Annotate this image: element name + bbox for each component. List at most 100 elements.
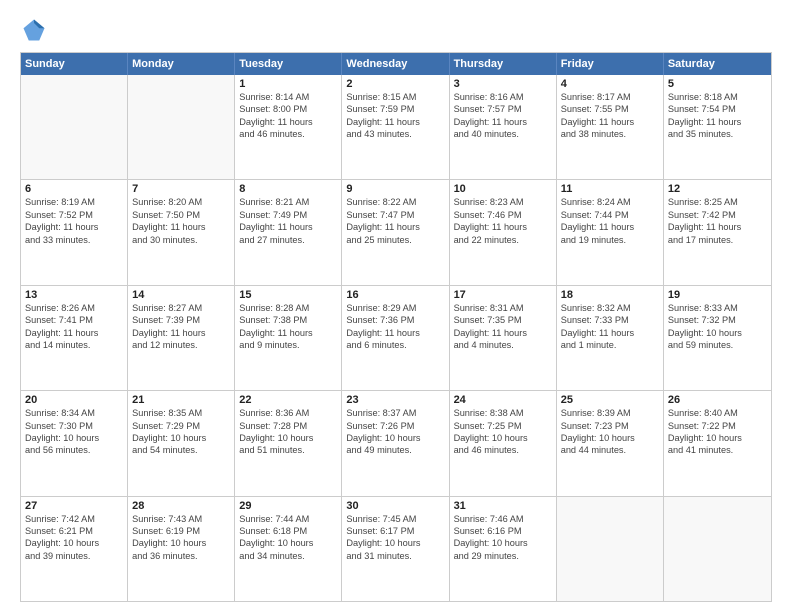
cell-line: Daylight: 10 hours [132,537,230,549]
header-day-friday: Friday [557,53,664,75]
cell-line: and 38 minutes. [561,128,659,140]
cell-line: Sunrise: 8:24 AM [561,196,659,208]
empty-cell-0-0 [21,75,128,179]
day-number: 22 [239,394,337,406]
cell-line: Sunset: 7:23 PM [561,420,659,432]
day-cell-2: 2Sunrise: 8:15 AMSunset: 7:59 PMDaylight… [342,75,449,179]
cell-line: Sunrise: 8:16 AM [454,91,552,103]
cell-line: Sunrise: 8:28 AM [239,302,337,314]
cell-line: Sunset: 6:16 PM [454,525,552,537]
cell-line: Sunrise: 8:29 AM [346,302,444,314]
cell-line: and 43 minutes. [346,128,444,140]
cell-line: Sunrise: 8:34 AM [25,407,123,419]
day-cell-27: 27Sunrise: 7:42 AMSunset: 6:21 PMDayligh… [21,497,128,601]
cell-line: and 49 minutes. [346,444,444,456]
header-day-monday: Monday [128,53,235,75]
day-cell-28: 28Sunrise: 7:43 AMSunset: 6:19 PMDayligh… [128,497,235,601]
day-cell-15: 15Sunrise: 8:28 AMSunset: 7:38 PMDayligh… [235,286,342,390]
cell-line: Sunrise: 7:46 AM [454,513,552,525]
header-day-thursday: Thursday [450,53,557,75]
cell-line: Sunrise: 8:33 AM [668,302,767,314]
cell-line: Daylight: 11 hours [346,327,444,339]
cell-line: Daylight: 11 hours [239,327,337,339]
week-row-1: 6Sunrise: 8:19 AMSunset: 7:52 PMDaylight… [21,179,771,284]
cell-line: Sunset: 7:49 PM [239,209,337,221]
cell-line: Sunrise: 7:43 AM [132,513,230,525]
cell-line: and 27 minutes. [239,234,337,246]
cell-line: and 54 minutes. [132,444,230,456]
cell-line: Daylight: 10 hours [239,432,337,444]
cell-line: Sunset: 7:59 PM [346,103,444,115]
cell-line: Daylight: 10 hours [668,327,767,339]
day-number: 7 [132,183,230,195]
day-number: 1 [239,78,337,90]
cell-line: and 59 minutes. [668,339,767,351]
cell-line: Daylight: 10 hours [454,432,552,444]
cell-line: Sunset: 7:32 PM [668,314,767,326]
cell-line: Sunset: 7:35 PM [454,314,552,326]
day-number: 16 [346,289,444,301]
day-cell-19: 19Sunrise: 8:33 AMSunset: 7:32 PMDayligh… [664,286,771,390]
cell-line: Sunset: 7:52 PM [25,209,123,221]
cell-line: Sunrise: 8:25 AM [668,196,767,208]
day-cell-21: 21Sunrise: 8:35 AMSunset: 7:29 PMDayligh… [128,391,235,495]
cell-line: Daylight: 11 hours [25,327,123,339]
calendar: SundayMondayTuesdayWednesdayThursdayFrid… [20,52,772,602]
day-number: 29 [239,500,337,512]
cell-line: Daylight: 10 hours [454,537,552,549]
cell-line: Daylight: 11 hours [346,221,444,233]
header-day-tuesday: Tuesday [235,53,342,75]
cell-line: Sunset: 6:19 PM [132,525,230,537]
day-number: 24 [454,394,552,406]
day-number: 13 [25,289,123,301]
cell-line: Sunset: 7:26 PM [346,420,444,432]
cell-line: Sunset: 7:44 PM [561,209,659,221]
cell-line: Sunrise: 8:31 AM [454,302,552,314]
cell-line: Daylight: 10 hours [346,432,444,444]
cell-line: Daylight: 11 hours [239,221,337,233]
logo [20,16,52,44]
cell-line: Sunset: 7:38 PM [239,314,337,326]
cell-line: Sunrise: 8:14 AM [239,91,337,103]
calendar-header: SundayMondayTuesdayWednesdayThursdayFrid… [21,53,771,75]
cell-line: Daylight: 10 hours [25,537,123,549]
cell-line: Sunset: 7:39 PM [132,314,230,326]
cell-line: Sunrise: 8:37 AM [346,407,444,419]
day-number: 17 [454,289,552,301]
day-cell-11: 11Sunrise: 8:24 AMSunset: 7:44 PMDayligh… [557,180,664,284]
cell-line: and 35 minutes. [668,128,767,140]
header-day-saturday: Saturday [664,53,771,75]
day-cell-9: 9Sunrise: 8:22 AMSunset: 7:47 PMDaylight… [342,180,449,284]
cell-line: Sunset: 7:25 PM [454,420,552,432]
cell-line: Daylight: 10 hours [25,432,123,444]
cell-line: Sunset: 7:42 PM [668,209,767,221]
day-number: 10 [454,183,552,195]
cell-line: and 51 minutes. [239,444,337,456]
cell-line: and 19 minutes. [561,234,659,246]
day-number: 14 [132,289,230,301]
cell-line: Sunset: 6:18 PM [239,525,337,537]
cell-line: Sunset: 7:30 PM [25,420,123,432]
day-number: 31 [454,500,552,512]
day-cell-16: 16Sunrise: 8:29 AMSunset: 7:36 PMDayligh… [342,286,449,390]
page: SundayMondayTuesdayWednesdayThursdayFrid… [0,0,792,612]
cell-line: Sunset: 7:36 PM [346,314,444,326]
week-row-2: 13Sunrise: 8:26 AMSunset: 7:41 PMDayligh… [21,285,771,390]
cell-line: Daylight: 10 hours [668,432,767,444]
day-cell-22: 22Sunrise: 8:36 AMSunset: 7:28 PMDayligh… [235,391,342,495]
cell-line: Daylight: 11 hours [239,116,337,128]
day-cell-10: 10Sunrise: 8:23 AMSunset: 7:46 PMDayligh… [450,180,557,284]
header-day-sunday: Sunday [21,53,128,75]
cell-line: Sunset: 6:17 PM [346,525,444,537]
cell-line: and 1 minute. [561,339,659,351]
day-number: 20 [25,394,123,406]
cell-line: Sunset: 7:29 PM [132,420,230,432]
day-number: 6 [25,183,123,195]
cell-line: Sunset: 7:46 PM [454,209,552,221]
empty-cell-4-6 [664,497,771,601]
day-cell-17: 17Sunrise: 8:31 AMSunset: 7:35 PMDayligh… [450,286,557,390]
cell-line: Sunset: 7:41 PM [25,314,123,326]
cell-line: Sunrise: 7:44 AM [239,513,337,525]
day-cell-18: 18Sunrise: 8:32 AMSunset: 7:33 PMDayligh… [557,286,664,390]
cell-line: Daylight: 11 hours [132,221,230,233]
